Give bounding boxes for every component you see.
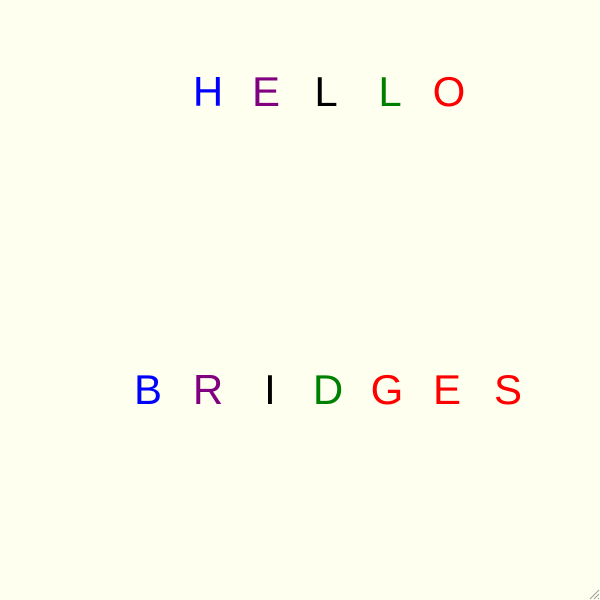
letter: E	[432, 366, 462, 413]
resize-grip-icon[interactable]	[586, 586, 600, 600]
letter: D	[312, 366, 344, 413]
letter: G	[370, 366, 404, 413]
word-bridges: BRIDGES	[0, 0, 600, 600]
letter: R	[192, 366, 224, 413]
letter: S	[493, 366, 523, 413]
display-canvas: HELLO BRIDGES	[0, 0, 600, 600]
letter: B	[133, 366, 163, 413]
letter: I	[264, 366, 276, 413]
